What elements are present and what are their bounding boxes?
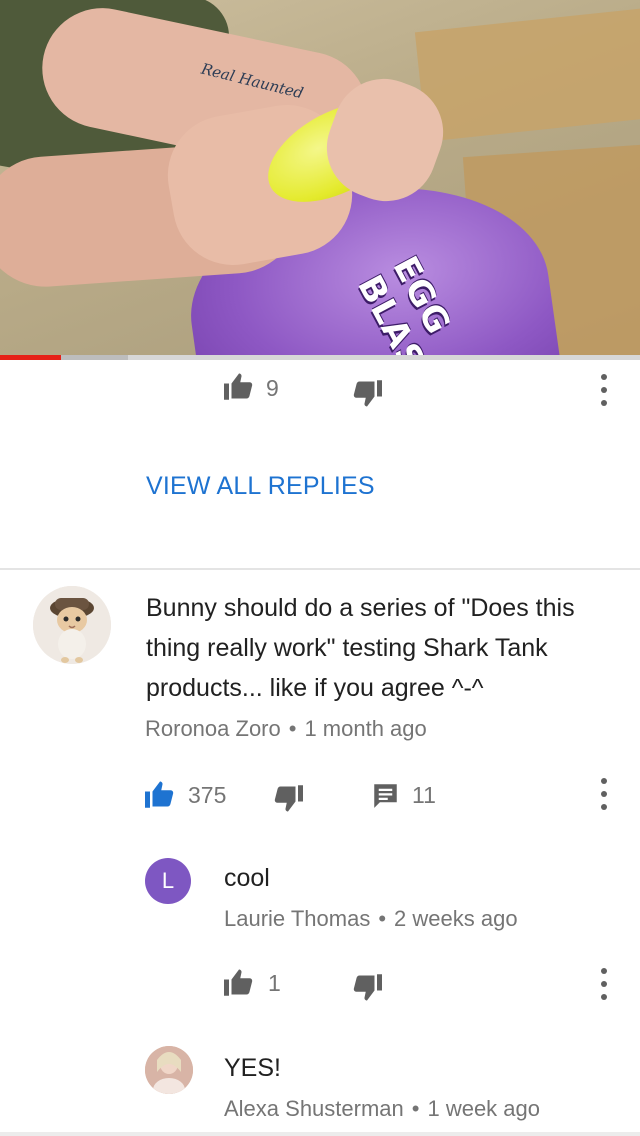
view-all-replies-link[interactable]: VIEW ALL REPLIES bbox=[146, 472, 375, 501]
avatar[interactable] bbox=[33, 586, 111, 664]
reply-author[interactable]: Alexa Shusterman bbox=[224, 1096, 404, 1121]
like-count: 9 bbox=[266, 375, 279, 401]
meta-separator: • bbox=[378, 906, 387, 931]
video-player[interactable]: Real Haunted EGG BLAST! bbox=[0, 0, 640, 358]
reply-text: YES! bbox=[224, 1054, 281, 1082]
reply-text: cool bbox=[224, 864, 270, 892]
like-icon[interactable] bbox=[145, 780, 175, 808]
reply-meta: Laurie Thomas • 2 weeks ago bbox=[224, 906, 518, 932]
reply-meta: Alexa Shusterman • 1 week ago bbox=[224, 1096, 540, 1122]
person-avatar-icon bbox=[145, 1046, 193, 1094]
reply-author[interactable]: Laurie Thomas bbox=[224, 906, 370, 931]
like-icon[interactable] bbox=[224, 968, 254, 996]
reply-comment-icon[interactable] bbox=[372, 782, 399, 809]
meta-separator: • bbox=[411, 1096, 420, 1121]
video-progress-bar[interactable] bbox=[0, 355, 640, 360]
like-count: 375 bbox=[188, 782, 227, 808]
comment-divider bbox=[0, 568, 640, 570]
like-count: 1 bbox=[268, 970, 281, 996]
more-options-icon[interactable] bbox=[598, 374, 610, 406]
dislike-icon[interactable] bbox=[352, 380, 382, 408]
avatar[interactable]: L bbox=[145, 858, 191, 904]
kitten-avatar-icon bbox=[33, 586, 111, 664]
dislike-icon[interactable] bbox=[273, 785, 303, 813]
video-progress-fill bbox=[0, 355, 61, 360]
comment-age: 1 month ago bbox=[304, 716, 427, 741]
like-icon[interactable] bbox=[224, 372, 254, 400]
comment-author[interactable]: Roronoa Zoro bbox=[145, 716, 281, 741]
dislike-icon[interactable] bbox=[352, 974, 382, 1002]
more-options-icon[interactable] bbox=[598, 778, 610, 810]
avatar[interactable] bbox=[145, 1046, 193, 1094]
reply-age: 2 weeks ago bbox=[394, 906, 518, 931]
comment-meta: Roronoa Zoro • 1 month ago bbox=[145, 716, 427, 742]
more-options-icon[interactable] bbox=[598, 968, 610, 1000]
background-paper bbox=[414, 8, 640, 142]
comment-text: Bunny should do a series of "Does this t… bbox=[146, 594, 575, 702]
bottom-divider bbox=[0, 1132, 640, 1136]
meta-separator: • bbox=[288, 716, 297, 741]
reply-count: 11 bbox=[412, 782, 436, 808]
reply-age: 1 week ago bbox=[427, 1096, 540, 1121]
